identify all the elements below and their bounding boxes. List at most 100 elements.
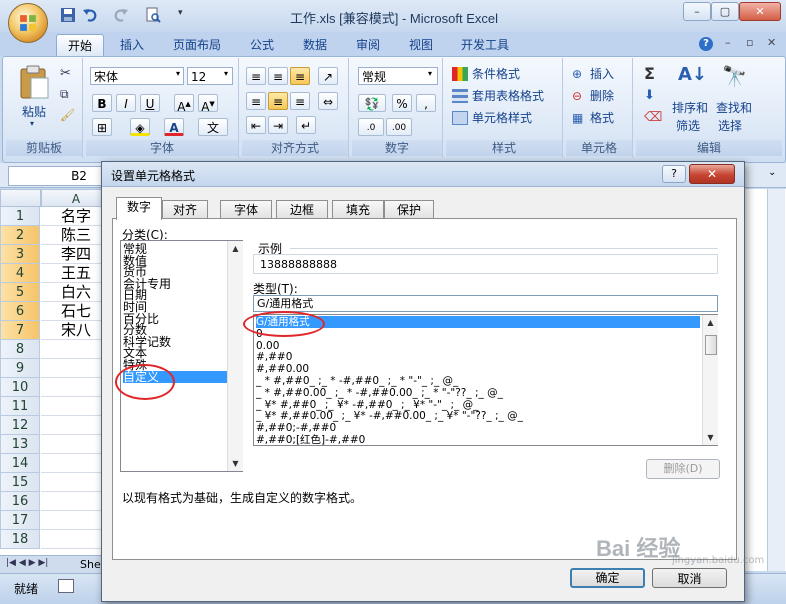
type-item[interactable]: _ ¥* #,##0_ ;_ ¥* -#,##0_ ;_ ¥* "-"_ ;_ … — [256, 399, 700, 411]
cell-a3[interactable]: 李四 — [41, 245, 101, 264]
number-format-select[interactable]: 常规 — [358, 67, 438, 85]
cancel-button[interactable]: 取消 — [652, 568, 727, 588]
tab-home[interactable]: 开始 — [56, 34, 104, 57]
cell-a6[interactable]: 石七 — [41, 302, 101, 321]
increase-decimal-icon[interactable]: .0 — [358, 118, 384, 136]
save-icon[interactable] — [60, 7, 78, 25]
dialog-tab-alignment[interactable]: 对齐 — [162, 200, 208, 219]
select-all-corner[interactable] — [0, 189, 41, 207]
orientation-icon[interactable]: ↗ — [318, 67, 338, 85]
format-button[interactable]: 格式 — [590, 108, 614, 128]
italic-button[interactable]: I — [116, 94, 136, 112]
insert-button[interactable]: 插入 — [590, 64, 614, 84]
cell-a5[interactable]: 白六 — [41, 283, 101, 302]
dialog-tab-protection[interactable]: 保护 — [384, 200, 434, 219]
dialog-tab-number[interactable]: 数字 — [116, 197, 162, 220]
type-item[interactable]: #,##0.00 — [256, 363, 700, 375]
type-item[interactable]: _ ¥* #,##0.00_ ;_ ¥* -#,##0.00_ ;_ ¥* "-… — [256, 410, 700, 422]
row-header[interactable]: 7 — [0, 321, 40, 340]
sheet-tab[interactable]: She — [80, 558, 101, 571]
row-header[interactable]: 18 — [0, 530, 40, 549]
redo-icon[interactable] — [113, 7, 131, 25]
vertical-scrollbar[interactable] — [767, 189, 785, 571]
tab-formulas[interactable]: 公式 — [240, 34, 284, 56]
row-header[interactable]: 5 — [0, 283, 40, 302]
workbook-close-icon[interactable]: ✕ — [767, 36, 776, 49]
tab-insert[interactable]: 插入 — [110, 34, 154, 56]
sort-filter-label[interactable]: 排序和 — [672, 98, 708, 118]
restore-button[interactable]: ▢ — [711, 2, 739, 21]
cut-icon[interactable]: ✂ — [60, 66, 71, 81]
row-header[interactable]: 3 — [0, 245, 40, 264]
shrink-font-button[interactable]: A▼ — [198, 94, 218, 114]
scroll-down-icon[interactable]: ▼ — [228, 456, 243, 471]
align-bottom-icon[interactable]: ≡ — [290, 67, 310, 85]
tab-view[interactable]: 视图 — [399, 34, 443, 56]
dialog-help-button[interactable]: ? — [662, 165, 686, 183]
scroll-down-icon[interactable]: ▼ — [703, 430, 718, 445]
format-as-table-button[interactable]: 套用表格格式 — [472, 86, 544, 106]
dialog-tab-border[interactable]: 边框 — [276, 200, 328, 219]
align-center-icon[interactable]: ≡ — [268, 92, 288, 110]
font-name-dropdown-icon[interactable]: ▾ — [176, 69, 180, 78]
tab-page-layout[interactable]: 页面布局 — [164, 34, 230, 56]
autosum-icon[interactable]: Σ — [644, 64, 655, 83]
category-scrollbar[interactable]: ▲ ▼ — [227, 241, 243, 471]
row-header[interactable]: 11 — [0, 397, 40, 416]
dialog-tab-fill[interactable]: 填充 — [332, 200, 384, 219]
delete-button[interactable]: 删除 — [590, 86, 614, 106]
bold-button[interactable]: B — [92, 94, 112, 112]
scroll-up-icon[interactable]: ▲ — [703, 315, 718, 330]
cell-a2[interactable]: 陈三 — [41, 226, 101, 245]
minimize-button[interactable]: – — [683, 2, 711, 21]
copy-icon[interactable]: ⧉ — [60, 87, 69, 102]
font-name-select[interactable]: 宋体 — [90, 67, 184, 85]
border-icon[interactable]: ⊞ — [92, 118, 112, 136]
font-color-icon[interactable]: A — [164, 118, 184, 136]
scroll-up-icon[interactable]: ▲ — [228, 241, 243, 256]
row-header[interactable]: 2 — [0, 226, 40, 245]
office-button[interactable] — [8, 3, 48, 43]
row-header[interactable]: 15 — [0, 473, 40, 492]
tab-developer[interactable]: 开发工具 — [452, 34, 518, 56]
undo-icon[interactable] — [82, 7, 100, 25]
format-painter-icon[interactable]: 🖌 — [60, 108, 75, 122]
cell-styles-button[interactable]: 单元格样式 — [472, 108, 532, 128]
row-header[interactable]: 12 — [0, 416, 40, 435]
merge-center-icon[interactable]: ⇔ — [318, 92, 338, 110]
number-format-dropdown-icon[interactable]: ▾ — [428, 69, 432, 78]
accounting-icon[interactable]: 💱 — [358, 94, 386, 112]
macro-record-icon[interactable] — [58, 579, 74, 593]
comma-button[interactable]: , — [416, 94, 436, 112]
align-middle-icon[interactable]: ≡ — [268, 67, 288, 85]
type-item[interactable]: #,##0;-#,##0 — [256, 422, 700, 434]
align-right-icon[interactable]: ≡ — [290, 92, 310, 110]
wrap-text-icon[interactable]: ↵ — [296, 116, 316, 134]
dialog-tab-font[interactable]: 字体 — [220, 200, 272, 219]
font-size-dropdown-icon[interactable]: ▾ — [224, 69, 228, 78]
row-header[interactable]: 8 — [0, 340, 40, 359]
increase-indent-icon[interactable]: ⇥ — [268, 116, 288, 134]
type-item[interactable]: #,##0 — [256, 351, 700, 363]
help-icon[interactable]: ? — [699, 37, 713, 51]
type-item[interactable]: _ * #,##0.00_ ;_ * -#,##0.00_ ;_ * "-"??… — [256, 387, 700, 399]
paste-icon[interactable] — [18, 64, 50, 100]
fill-icon[interactable]: ⬇ — [644, 88, 655, 103]
align-top-icon[interactable]: ≡ — [246, 67, 266, 85]
percent-button[interactable]: % — [392, 94, 412, 112]
row-header[interactable]: 1 — [0, 207, 40, 226]
type-item[interactable]: #,##0;[红色]-#,##0 — [256, 434, 700, 446]
paste-dropdown-icon[interactable]: ▾ — [30, 119, 34, 128]
row-header[interactable]: 6 — [0, 302, 40, 321]
find-select-label-2[interactable]: 选择 — [718, 116, 742, 136]
fill-color-icon[interactable]: ◈ — [130, 118, 150, 136]
tab-data[interactable]: 数据 — [293, 34, 337, 56]
type-item[interactable]: 0 — [256, 328, 700, 340]
cell-a7[interactable]: 宋八 — [41, 321, 101, 340]
ok-button[interactable]: 确定 — [570, 568, 645, 588]
row-header[interactable]: 10 — [0, 378, 40, 397]
type-item[interactable]: _ * #,##0_ ;_ * -#,##0_ ;_ * "-"_ ;_ @_ — [256, 375, 700, 387]
row-header[interactable]: 16 — [0, 492, 40, 511]
row-header[interactable]: 4 — [0, 264, 40, 283]
decrease-indent-icon[interactable]: ⇤ — [246, 116, 266, 134]
